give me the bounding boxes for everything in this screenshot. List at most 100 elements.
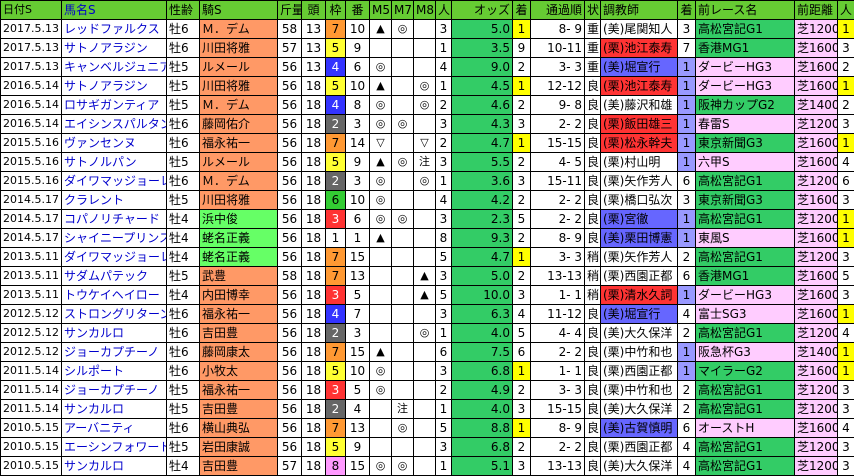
table-cell: 1 [838,362,854,381]
table-cell: 10 [346,20,370,39]
table-cell [414,248,436,267]
column-header[interactable]: 日付S [1,1,62,20]
column-header[interactable]: 騎S [200,1,278,20]
table-row[interactable]: 2015.5.16ヴァンセンヌ牡6福永祐一5618714▽▽24.7115-15… [1,134,854,153]
table-cell: 1 [513,362,531,381]
column-header[interactable]: M8 [414,1,436,20]
table-row[interactable]: 2014.5.17コパノリチャード牡4浜中俊561836◎◎32.352- 2良… [1,210,854,229]
table-cell: 芝1200 [795,210,838,229]
table-row[interactable]: 2012.5.12ストロングリターン牡6福永祐一56184736.3411-12… [1,305,854,324]
table-cell: 1 [436,400,452,419]
table-cell: ▽ [370,134,392,153]
table-row[interactable]: 2010.5.15アーバニティ牡6横山典弘5618713◎58.818- 9良(… [1,419,854,438]
column-header[interactable]: 斤量 [278,1,302,20]
table-cell [392,267,414,286]
table-cell: 1 [436,39,452,58]
table-cell: 7 [326,267,346,286]
column-header[interactable]: 馬名S [62,1,167,20]
table-row[interactable]: 2016.5.14ロサギガンティア牡5Ｍ．デム561848◎◎24.629- 8… [1,96,854,115]
table-cell: ◎ [392,457,414,476]
table-cell: 5.1 [452,457,513,476]
column-header[interactable]: M5 [370,1,392,20]
table-cell: 7 [346,305,370,324]
table-row[interactable]: 2011.5.14ジョーカプチーノ牡5福永祐一561835◎24.923- 3良… [1,381,854,400]
table-cell: 稍 [585,267,601,286]
column-header[interactable]: 前距離 [795,1,838,20]
table-cell: 18 [302,248,326,267]
table-cell: 3 [513,115,531,134]
table-cell: ◎ [370,210,392,229]
table-cell: 56 [278,305,302,324]
table-cell: 3 [838,248,854,267]
table-cell: ▲ [414,286,436,305]
table-row[interactable]: 2017.5.13キャンベルジュニア牡5ルメール561346◎49.023- 3… [1,58,854,77]
table-row[interactable]: 2015.5.16ダイワマッジョーレ牡6Ｍ．デム561823◎◎13.6315-… [1,172,854,191]
table-cell: 2 [678,400,696,419]
table-cell: 牡6 [167,343,200,362]
table-cell: 56 [278,362,302,381]
table-row[interactable]: 2014.5.17シャイニープリンス牡4蛯名正義561811▲89.328- 9… [1,229,854,248]
column-header[interactable]: M7 [392,1,414,20]
table-row[interactable]: 2017.5.13サトノアラジン牡6川田将雅57135913.5910-11重(… [1,39,854,58]
table-row[interactable]: 2011.5.14シルポート牡6小牧太5618510◎36.811- 1良(栗)… [1,362,854,381]
table-cell: (美)大久保洋 [601,324,678,343]
column-header[interactable]: 状 [585,1,601,20]
table-row[interactable]: 2013.5.11ダイワマッジョーレ牡4蛯名正義561871554.713- 3… [1,248,854,267]
table-cell: 4.7 [452,134,513,153]
table-row[interactable]: 2011.5.14サンカルロ牡5吉田豊561824注14.0315-15良(美)… [1,400,854,419]
table-cell: 芝1600 [795,267,838,286]
table-cell: 3 [436,438,452,457]
table-cell [392,96,414,115]
table-cell: 6 [346,58,370,77]
table-cell: (栗)飯田雄三 [601,115,678,134]
column-header[interactable]: 着 [513,1,531,20]
table-cell [414,362,436,381]
table-cell: 牡5 [167,438,200,457]
table-row[interactable]: 2013.5.11トウケイヘイロー牡4内田博幸561835▲510.031- 1… [1,286,854,305]
table-cell: 芝1600 [795,286,838,305]
column-header[interactable]: 通過順 [531,1,585,20]
table-row[interactable]: 2010.5.15エーシンフォワード牡5岩田康誠56185936.822- 2良… [1,438,854,457]
table-cell: 57 [278,39,302,58]
table-cell: 4 [346,400,370,419]
column-header[interactable]: オッズ [452,1,513,20]
column-header[interactable]: 人 [838,1,854,20]
table-cell: 2012.5.12 [1,324,62,343]
table-row[interactable]: 2016.5.14サトノアラジン牡5川田将雅5618510▲◎14.5112-1… [1,77,854,96]
table-row[interactable]: 2017.5.13レッドファルクス牡6Ｍ．デム5813710▲◎35.018- … [1,20,854,39]
table-row[interactable]: 2012.5.12サンカルロ牡6吉田豊561823◎14.054- 4良(美)大… [1,324,854,343]
table-row[interactable]: 2012.5.12ジョーカプチーノ牡6藤岡康太5618715▲67.562- 2… [1,343,854,362]
table-cell: 56 [278,324,302,343]
table-cell: ▲ [370,229,392,248]
race-results-table: 日付S馬名S性齢騎S斤量頭枠番M5M7M8人オッズ着通過順状調教師着前レース名前… [0,0,854,476]
table-cell: 9 [513,39,531,58]
table-cell: (栗)池江泰寿 [601,39,678,58]
column-header[interactable]: 人 [436,1,452,20]
table-cell: 1 [678,115,696,134]
table-cell [392,324,414,343]
table-cell: (栗)橋口弘次 [601,191,678,210]
table-cell: 1 [436,324,452,343]
table-cell: 6 [346,210,370,229]
column-header[interactable]: 番 [346,1,370,20]
table-cell: 3 [838,438,854,457]
column-header[interactable]: 枠 [326,1,346,20]
table-row[interactable]: 2015.5.16サトノルパン牡5ルメール561859▲◎注35.524- 5良… [1,153,854,172]
table-cell [392,134,414,153]
column-header[interactable]: 頭 [302,1,326,20]
table-row[interactable]: 2013.5.11サダムパテック牡5武豊5818713▲35.0213-13稍(… [1,267,854,286]
table-row[interactable]: 2016.5.14エイシンスパルタン牡6藤岡佑介561823◎◎34.332- … [1,115,854,134]
table-cell: 3.6 [452,172,513,191]
table-cell: ルメール [200,153,278,172]
table-cell: サンカルロ [62,457,167,476]
table-cell: 9 [346,438,370,457]
column-header[interactable]: 性齢 [167,1,200,20]
column-header[interactable]: 前レース名 [696,1,795,20]
table-row[interactable]: 2014.5.17クラレント牡5川田将雅5618610◎44.222- 2良(栗… [1,191,854,210]
column-header[interactable]: 着 [678,1,696,20]
table-cell: 春雷S [696,115,795,134]
table-cell [370,286,392,305]
column-header[interactable]: 調教師 [601,1,678,20]
table-cell: 13 [346,419,370,438]
table-row[interactable]: 2010.5.15サンカルロ牡4吉田豊5718815◎◎15.1313-13良(… [1,457,854,476]
